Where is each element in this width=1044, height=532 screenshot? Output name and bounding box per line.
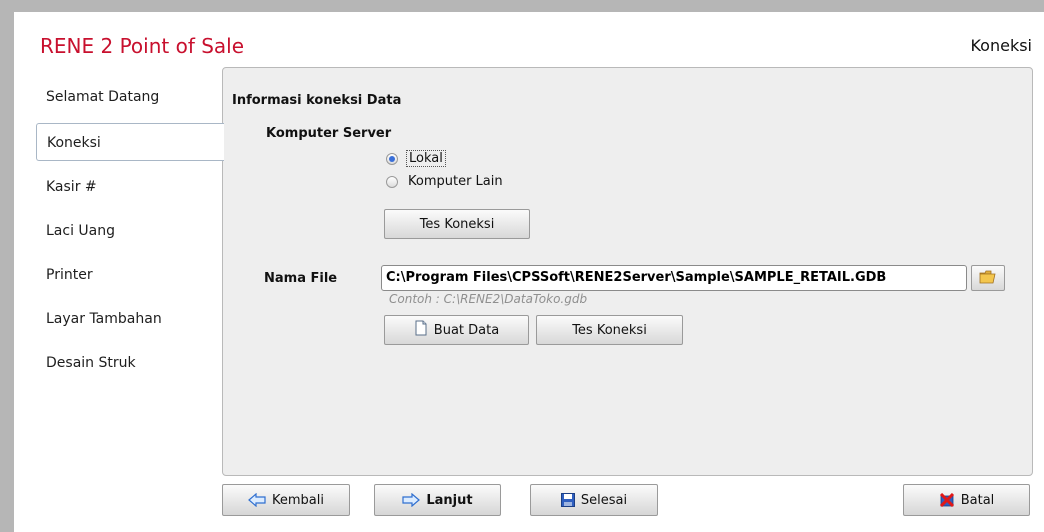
section-title: Informasi koneksi Data — [232, 93, 402, 108]
radio-komputer-lain-label: Komputer Lain — [408, 174, 503, 189]
back-button[interactable]: Kembali — [222, 484, 350, 516]
back-label: Kembali — [272, 492, 324, 508]
next-label: Lanjut — [426, 492, 473, 508]
finish-label: Selesai — [580, 492, 628, 508]
radio-selected-icon — [386, 152, 398, 165]
cancel-label: Batal — [960, 492, 995, 508]
folder-open-icon — [979, 269, 997, 288]
sidebar-item-layar-tambahan[interactable]: Layar Tambahan — [36, 300, 222, 338]
sidebar-item-koneksi[interactable]: Koneksi — [36, 123, 224, 161]
window-frame-top — [0, 0, 1044, 12]
radio-komputer-lain[interactable]: Komputer Lain — [386, 174, 505, 189]
document-icon — [414, 320, 428, 340]
sidebar-item-printer[interactable]: Printer — [36, 256, 222, 294]
create-data-button[interactable]: Buat Data — [384, 315, 529, 345]
radio-lokal[interactable]: Lokal — [386, 150, 446, 167]
test-connection-button-file[interactable]: Tes Koneksi — [536, 315, 683, 345]
browse-folder-button[interactable] — [971, 265, 1005, 291]
file-path-hint: Contoh : C:\RENE2\DataToko.gdb — [389, 292, 588, 306]
test-connection-button-server[interactable]: Tes Koneksi — [384, 209, 530, 239]
sidebar-item-laci-uang[interactable]: Laci Uang — [36, 212, 222, 250]
window-frame-left — [0, 0, 14, 532]
create-data-label: Buat Data — [433, 322, 500, 338]
file-path-input[interactable]: C:\Program Files\CPSSoft\RENE2Server\Sam… — [381, 265, 967, 291]
save-disk-icon — [560, 493, 575, 507]
wizard-window: RENE 2 Point of Sale Koneksi Selamat Dat… — [14, 12, 1044, 532]
sidebar-item-desain-struk[interactable]: Desain Struk — [36, 344, 222, 382]
cancel-button[interactable]: Batal — [903, 484, 1030, 516]
radio-unselected-icon — [386, 175, 398, 188]
finish-button[interactable]: Selesai — [530, 484, 658, 516]
radio-lokal-label: Lokal — [406, 150, 446, 167]
page-title: Koneksi — [970, 36, 1032, 55]
close-x-icon — [939, 493, 955, 507]
next-button[interactable]: Lanjut — [374, 484, 501, 516]
arrow-right-icon — [402, 493, 421, 507]
arrow-left-icon — [248, 493, 266, 507]
file-name-label: Nama File — [264, 271, 338, 286]
sidebar-item-selamat-datang[interactable]: Selamat Datang — [36, 78, 222, 116]
test-connection-file-label: Tes Koneksi — [572, 322, 647, 338]
server-label: Komputer Server — [266, 126, 392, 141]
sidebar-item-kasir[interactable]: Kasir # — [36, 168, 222, 206]
app-title: RENE 2 Point of Sale — [40, 34, 245, 58]
test-connection-label: Tes Koneksi — [419, 216, 495, 232]
